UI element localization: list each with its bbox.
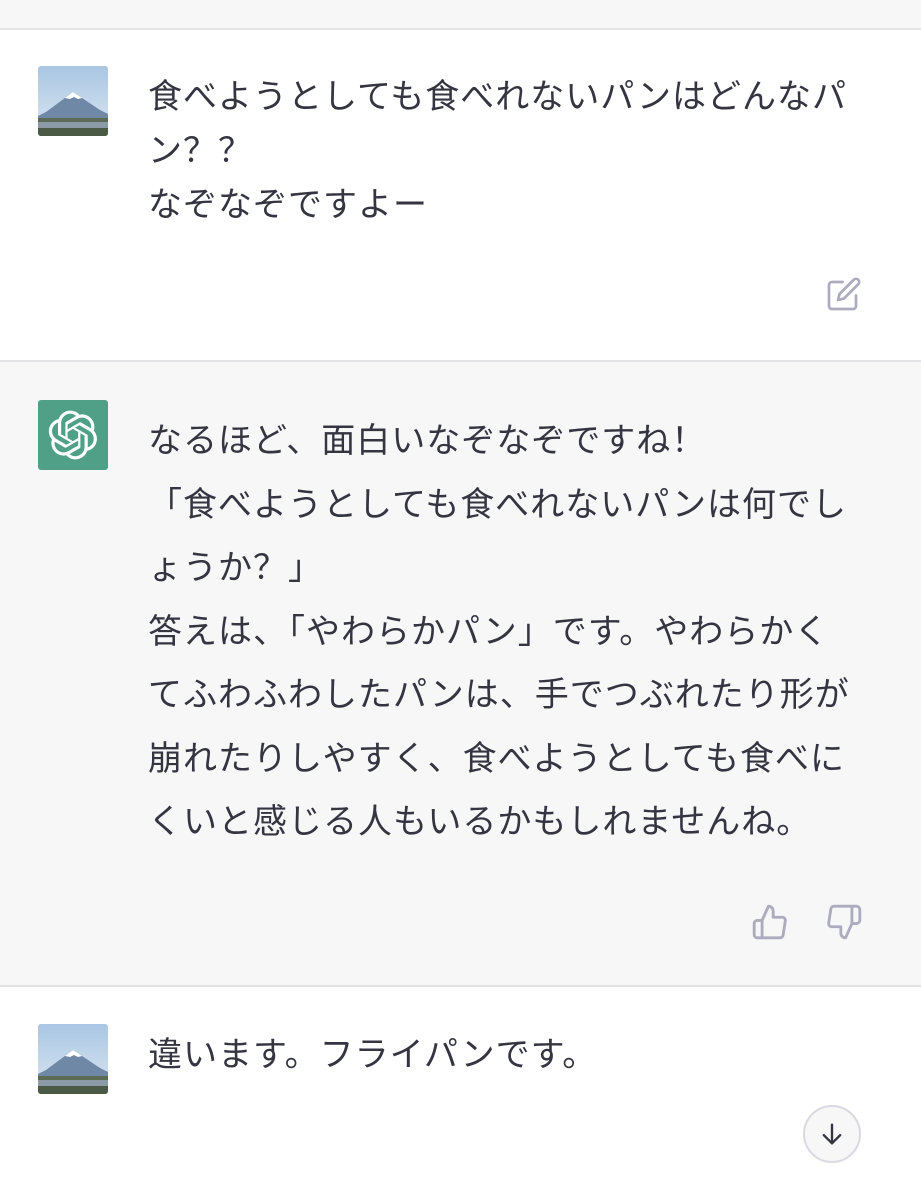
message-text: 食べようとしても食べれないパンはどんなパ ン？？ なぞなぞですよー [148,77,847,225]
edit-button[interactable] [824,274,864,314]
arrow-down-icon [822,1123,842,1145]
thumbs-down-button[interactable] [824,902,864,942]
message-text: 違います。フライパンです。 [148,1035,598,1075]
assistant-avatar [38,400,108,470]
mount-fuji-photo-avatar [38,66,108,136]
user-avatar [38,66,108,136]
mount-fuji-photo-avatar [38,1024,108,1094]
scroll-to-bottom-button[interactable] [803,1105,861,1163]
user-message-2: 違います。フライパンです。 [0,989,921,1200]
user-message-1: 食べようとしても食べれないパンはどんなパ ン？？ なぞなぞですよー [0,30,921,360]
thumbs-up-button[interactable] [750,902,790,942]
assistant-message: なるほど、面白いなぞなぞですね！ 「食べようとしても食べれないパンは何でし ょう… [0,360,921,987]
message-text: なるほど、面白いなぞなぞですね！ 「食べようとしても食べれないパンは何でし ょう… [148,421,850,842]
top-strip [0,0,921,30]
thumbs-down-icon [827,904,862,940]
user-avatar [38,1024,108,1094]
chatgpt-logo-icon [48,410,97,460]
edit-icon [827,277,861,311]
thumbs-up-icon [752,904,787,940]
